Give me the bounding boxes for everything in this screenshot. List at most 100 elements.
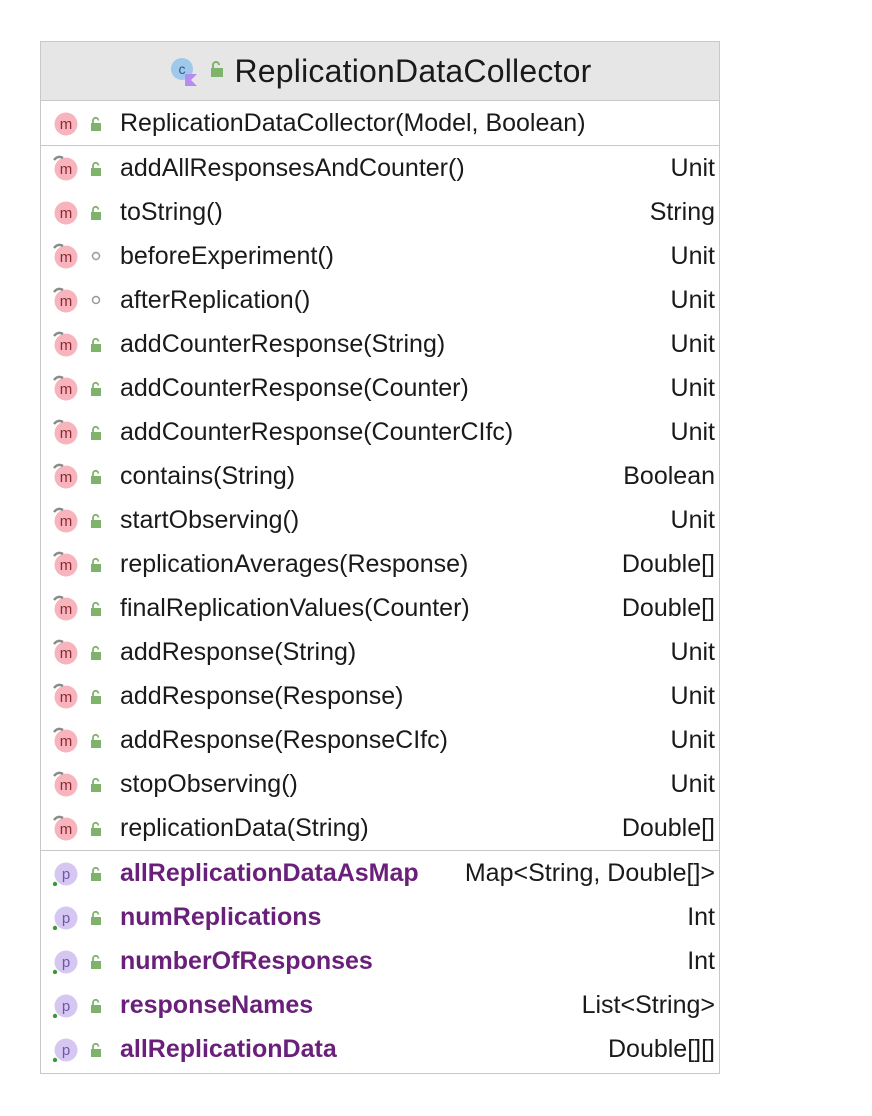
property-icon: p [52, 860, 78, 887]
public-lock-icon [89, 910, 103, 925]
property-row: p numberOfResponses Int [41, 939, 719, 983]
public-lock-icon [89, 733, 103, 748]
method-row: m addCounterResponse(CounterCIfc) Unit [41, 410, 719, 454]
method-signature: replicationAverages(Response) [120, 549, 469, 578]
return-type: String [649, 197, 715, 226]
svg-text:m: m [60, 381, 73, 398]
property-name: responseNames [120, 990, 314, 1019]
method-icon: m [52, 683, 78, 709]
method-signature: finalReplicationValues(Counter) [120, 593, 470, 622]
svg-text:m: m [60, 689, 73, 706]
svg-text:m: m [60, 557, 73, 574]
public-lock-icon [89, 116, 103, 131]
public-lock-icon [89, 601, 103, 616]
methods-section: m addAllResponsesAndCounter() Unit m toStrin… [41, 146, 719, 851]
method-icon: m [52, 287, 78, 313]
method-signature: ReplicationDataCollector(Model, Boolean) [120, 108, 586, 137]
method-icon: m [52, 243, 78, 269]
svg-text:m: m [60, 161, 73, 178]
return-type: Double[] [621, 593, 715, 622]
method-signature: toString() [120, 197, 223, 226]
method-row: m addResponse(String) Unit [41, 630, 719, 674]
svg-text:p: p [62, 998, 70, 1015]
property-row: p numReplications Int [41, 895, 719, 939]
method-signature: addAllResponsesAndCounter() [120, 153, 465, 182]
method-row: m replicationAverages(Response) Double[] [41, 542, 719, 586]
property-icon: p [52, 904, 78, 931]
public-lock-icon [89, 161, 103, 176]
method-row: m replicationData(String) Double[] [41, 806, 719, 850]
public-lock-icon [89, 513, 103, 528]
method-row: m finalReplicationValues(Counter) Double[] [41, 586, 719, 630]
property-row: p responseNames List<String> [41, 983, 719, 1027]
method-row: m startObserving() Unit [41, 498, 719, 542]
svg-text:m: m [60, 469, 73, 486]
method-icon: m [52, 110, 78, 136]
svg-text:p: p [62, 1042, 70, 1059]
svg-text:p: p [62, 954, 70, 971]
return-type: Unit [670, 153, 715, 182]
method-row: m addCounterResponse(Counter) Unit [41, 366, 719, 410]
svg-text:m: m [60, 777, 73, 794]
return-type: Int [687, 946, 715, 975]
property-name: allReplicationDataAsMap [120, 858, 419, 887]
method-row: m addCounterResponse(String) Unit [41, 322, 719, 366]
public-lock-icon [89, 777, 103, 792]
return-type: Unit [670, 725, 715, 754]
method-signature: addCounterResponse(CounterCIfc) [120, 417, 514, 446]
method-row: m beforeExperiment() Unit [41, 234, 719, 278]
svg-text:m: m [60, 249, 73, 266]
method-signature: addResponse(Response) [120, 681, 404, 710]
class-header: c ReplicationDataCollector [41, 42, 719, 101]
return-type: Unit [670, 329, 715, 358]
method-row: m contains(String) Boolean [41, 454, 719, 498]
method-icon: m [52, 331, 78, 357]
property-row: p allReplicationData Double[][] [41, 1027, 719, 1071]
method-signature: addCounterResponse(String) [120, 329, 446, 358]
public-lock-icon [89, 381, 103, 396]
return-type: List<String> [581, 990, 715, 1019]
method-row: m addResponse(Response) Unit [41, 674, 719, 718]
method-signature: beforeExperiment() [120, 241, 334, 270]
method-row: m addAllResponsesAndCounter() Unit [41, 146, 719, 190]
kotlin-class-icon: c [169, 56, 199, 86]
method-icon: m [52, 419, 78, 445]
method-row: m stopObserving() Unit [41, 762, 719, 806]
method-signature: startObserving() [120, 505, 300, 534]
return-type: Unit [670, 373, 715, 402]
method-row: m addResponse(ResponseCIfc) Unit [41, 718, 719, 762]
protected-dot-icon [89, 293, 103, 307]
svg-text:m: m [60, 293, 73, 310]
method-icon: m [52, 199, 78, 225]
method-icon: m [52, 155, 78, 181]
public-lock-icon [89, 954, 103, 969]
method-icon: m [52, 551, 78, 577]
return-type: Unit [670, 505, 715, 534]
return-type: Unit [670, 285, 715, 314]
property-name: numberOfResponses [120, 946, 373, 975]
method-signature: addResponse(ResponseCIfc) [120, 725, 448, 754]
method-icon: m [52, 375, 78, 401]
return-type: Double[] [621, 549, 715, 578]
method-icon: m [52, 639, 78, 665]
return-type: Boolean [623, 461, 715, 490]
public-lock-icon [89, 469, 103, 484]
svg-text:m: m [60, 733, 73, 750]
method-icon: m [52, 507, 78, 533]
property-name: numReplications [120, 902, 322, 931]
return-type: Int [687, 902, 715, 931]
properties-section: p allReplicationDataAsMap Map<String, Doub… [41, 851, 719, 1071]
public-lock-icon [89, 557, 103, 572]
method-signature: contains(String) [120, 461, 296, 490]
method-icon: m [52, 463, 78, 489]
svg-text:m: m [60, 116, 73, 133]
property-icon: p [52, 948, 78, 975]
public-lock-icon [89, 866, 103, 881]
method-row: m ReplicationDataCollector(Model, Boolean… [41, 101, 719, 145]
constructor-section: m ReplicationDataCollector(Model, Boolean… [41, 101, 719, 146]
svg-text:m: m [60, 337, 73, 354]
method-signature: afterReplication() [120, 285, 311, 314]
property-icon: p [52, 1036, 78, 1063]
method-signature: addResponse(String) [120, 637, 357, 666]
method-icon: m [52, 727, 78, 753]
